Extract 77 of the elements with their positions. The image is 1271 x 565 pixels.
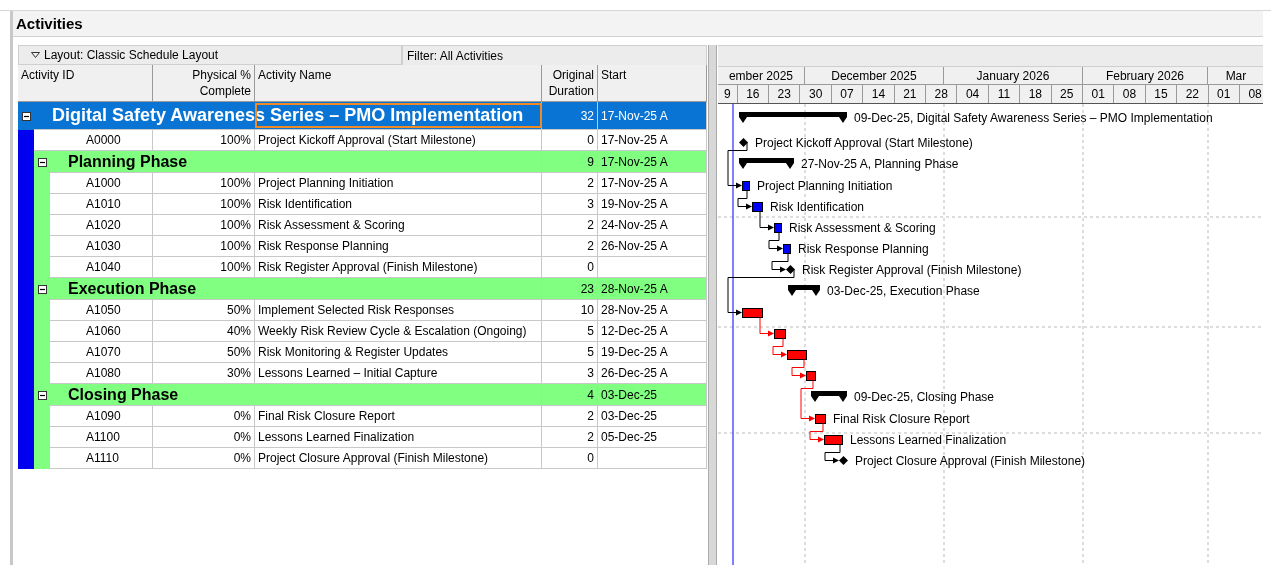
- bar-label: 09-Dec-25, Closing Phase: [853, 390, 995, 404]
- month-header: ember 2025: [717, 67, 805, 84]
- panel-title: Activities: [16, 15, 83, 32]
- bar-label: Lessons Learned Finalization: [849, 432, 1007, 447]
- summary-title: Execution Phase: [50, 278, 542, 300]
- month-header: Mar: [1207, 67, 1263, 84]
- start-cell: 03-Dec-25: [598, 384, 707, 406]
- collapse-icon[interactable]: [21, 111, 31, 121]
- start-cell: 17-Nov-25 A: [598, 151, 707, 173]
- column-header[interactable]: Start: [598, 65, 707, 101]
- band-stripe: [34, 448, 50, 469]
- week-header: 16: [737, 85, 770, 103]
- bar-label: Project Kickoff Approval (Start Milestone): [754, 135, 973, 150]
- collapse-icon[interactable]: [37, 284, 47, 294]
- month-header: December 2025: [804, 67, 944, 84]
- activity-name-cell: Project Closure Approval (Finish Milestone): [255, 448, 542, 469]
- week-header: 11: [988, 85, 1021, 103]
- milestone-diamond: [785, 265, 795, 274]
- dependency-arrow: [759, 211, 774, 231]
- week-header: 30: [800, 85, 832, 103]
- week-header: 08: [1114, 85, 1146, 103]
- bar-label: Risk Response Planning: [797, 241, 929, 256]
- column-header[interactable]: Original Duration: [542, 65, 598, 101]
- week-header: 9: [717, 85, 738, 103]
- summary-title: Closing Phase: [50, 384, 542, 406]
- dependency-arrow: [772, 338, 787, 358]
- week-header: 14: [863, 85, 895, 103]
- column-header[interactable]: Physical % Complete: [153, 65, 255, 101]
- bar-label: Risk Register Approval (Finish Milestone): [801, 262, 1022, 277]
- duration-cell: 32: [542, 102, 598, 130]
- summary-bar: [787, 285, 820, 296]
- week-header: 08: [1239, 85, 1263, 103]
- activity-id-cell: A1110: [50, 448, 153, 469]
- column-header[interactable]: Activity Name: [255, 65, 542, 101]
- collapse-icon[interactable]: [37, 390, 47, 400]
- start-cell: 28-Nov-25 A: [598, 278, 707, 300]
- bar-label: Project Closure Approval (Finish Milestone): [854, 453, 1086, 468]
- dependency-arrow: [824, 444, 841, 464]
- week-header: 04: [957, 85, 989, 103]
- month-header: January 2026: [943, 67, 1083, 84]
- duration-cell: 9: [542, 151, 598, 173]
- summary-bar: [810, 391, 847, 402]
- bar-label: 03-Dec-25, Execution Phase: [826, 284, 980, 298]
- week-header: 01: [1208, 85, 1240, 103]
- milestone-diamond: [838, 456, 848, 465]
- milestone-diamond: [738, 138, 748, 147]
- band-stripe: [18, 130, 34, 151]
- bar-label: 27-Nov-25 A, Planning Phase: [800, 157, 959, 171]
- week-header: 23: [769, 85, 801, 103]
- week-header: 21: [894, 85, 926, 103]
- summary-title: Planning Phase: [50, 151, 542, 173]
- column-header[interactable]: Activity ID: [18, 65, 153, 101]
- week-header: 15: [1145, 85, 1178, 103]
- week-header: 28: [926, 85, 958, 103]
- bar-label: Risk Identification: [769, 199, 864, 214]
- summary-bar: [738, 158, 794, 169]
- bar-label: 09-Dec-25, Digital Safety Awareness Series – PMO Implementation: [853, 111, 1213, 125]
- percent-cell: 0%: [153, 448, 255, 469]
- bar-label: Risk Assessment & Scoring: [788, 220, 936, 235]
- caret-icon: [31, 52, 40, 58]
- bar-label: Project Planning Initiation: [756, 178, 893, 193]
- band-stripe: [18, 448, 34, 469]
- duration-cell: 23: [542, 278, 598, 300]
- month-header: February 2026: [1082, 67, 1208, 84]
- week-header: 18: [1020, 85, 1052, 103]
- week-header: 22: [1177, 85, 1209, 103]
- week-header: 07: [831, 85, 864, 103]
- week-header: 25: [1051, 85, 1083, 103]
- duration-cell: 4: [542, 384, 598, 406]
- week-header: 01: [1082, 85, 1115, 103]
- dependency-arrow: [768, 232, 783, 252]
- filter-label: Filter: All Activities: [402, 45, 707, 67]
- collapse-icon[interactable]: [37, 157, 47, 167]
- layout-button[interactable]: Layout: Classic Schedule Layout: [18, 45, 402, 65]
- duration-cell: 0: [542, 448, 598, 469]
- bar-label: Final Risk Closure Report: [832, 411, 970, 426]
- start-cell: 17-Nov-25 A: [598, 102, 707, 130]
